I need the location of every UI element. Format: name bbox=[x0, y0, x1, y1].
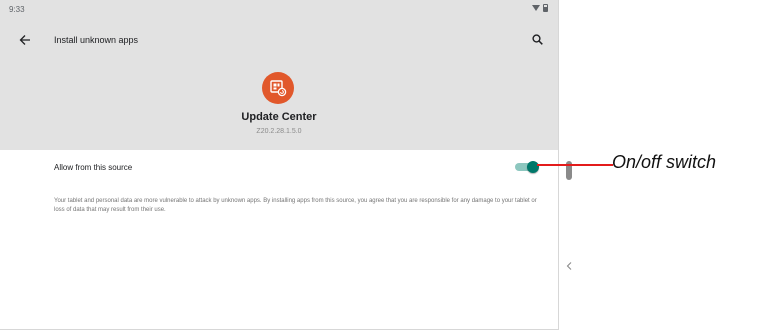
security-warning-text: Your tablet and personal data are more v… bbox=[54, 198, 537, 213]
status-time: 9:33 bbox=[9, 5, 25, 14]
back-arrow-icon bbox=[19, 35, 30, 45]
battery-icon bbox=[543, 4, 548, 12]
app-name: Update Center bbox=[241, 111, 317, 123]
tablet-screen: 9:33 Install unknown apps Update Center … bbox=[0, 0, 559, 330]
allow-from-source-label: Allow from this source bbox=[54, 163, 133, 172]
callout-pointer-line bbox=[537, 164, 613, 166]
search-button[interactable] bbox=[528, 30, 546, 48]
status-icons bbox=[532, 4, 548, 12]
search-icon bbox=[531, 33, 543, 45]
update-center-app-icon bbox=[262, 72, 294, 104]
wifi-icon bbox=[532, 5, 540, 11]
switch-thumb bbox=[527, 161, 539, 173]
back-button[interactable] bbox=[15, 30, 35, 50]
chevron-left-icon[interactable] bbox=[564, 258, 574, 274]
app-version: Z20.2.28.1.5.0 bbox=[256, 128, 302, 135]
callout-label: On/off switch bbox=[612, 152, 717, 172]
allow-from-source-switch[interactable] bbox=[515, 161, 541, 173]
page-title: Install unknown apps bbox=[54, 35, 139, 45]
allow-from-source-row[interactable]: Allow from this source bbox=[0, 150, 558, 184]
app-header: 9:33 Install unknown apps Update Center … bbox=[0, 0, 558, 150]
